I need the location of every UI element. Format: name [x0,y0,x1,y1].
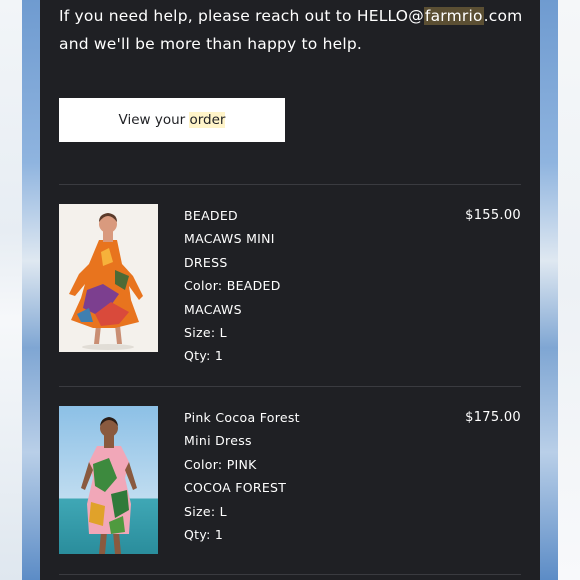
product-size: Size: L [184,325,227,341]
background-sky-right [540,0,580,580]
product-name-line: BEADED [184,208,238,223]
divider [59,574,521,575]
product-price-1: $155.00 [465,208,521,223]
product-color-line: Color: PINK [184,456,257,472]
product-color-line: MACAWS [184,301,242,317]
product-image-beaded-macaws[interactable] [59,204,158,352]
product-details-1: BEADED MACAWS MINI DRESS Color: BEADED M… [184,204,304,368]
divider [59,184,521,185]
product-name-line: Mini Dress [184,433,252,449]
view-order-button[interactable]: View your order [59,98,285,142]
product-name-line: DRESS [184,254,228,270]
divider [59,386,521,387]
product-qty: Qty: 1 [184,527,224,543]
view-order-highlight: order [189,112,226,128]
product-name-line: Pink Cocoa Forest [184,410,300,425]
background-sky-left [0,0,40,580]
product-details-2: Pink Cocoa Forest Mini Dress Color: PINK… [184,406,304,546]
product-name-line: MACAWS MINI [184,231,275,247]
product-color-line: Color: BEADED [184,278,281,294]
order-email-panel: If you need help, please reach out to HE… [40,0,540,580]
product-size: Size: L [184,503,227,519]
view-order-prefix: View your [118,112,186,128]
product-image-pink-cocoa-forest[interactable] [59,406,158,554]
product-qty: Qty: 1 [184,348,224,364]
help-text-before: If you need help, please reach out to HE… [59,7,424,25]
help-domain-highlight[interactable]: farmrio [423,7,484,25]
product-price-2: $175.00 [465,410,521,425]
product-color-line: COCOA FOREST [184,480,287,496]
help-message: If you need help, please reach out to HE… [59,2,529,58]
